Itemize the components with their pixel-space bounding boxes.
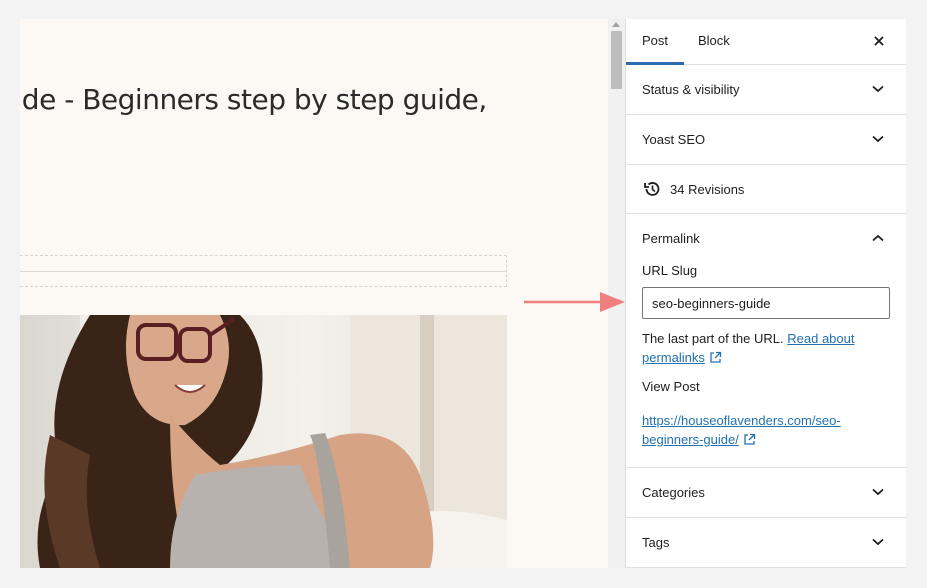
sidebar-tabs: Post Block [626,19,906,65]
revisions-label: 34 Revisions [670,181,745,197]
post-url-link-line2[interactable]: beginners-guide/ [642,432,739,447]
panel-revisions[interactable]: 34 Revisions [626,165,906,214]
panel-yoast-seo-title[interactable]: Yoast SEO [626,115,906,164]
external-link-icon[interactable] [709,351,722,364]
tab-post[interactable]: Post [626,19,685,65]
annotation-arrow-icon [524,292,625,312]
history-icon [644,182,660,196]
settings-sidebar: Post Block Status & visibility Yoast SEO… [625,19,906,568]
panel-status-visibility-title[interactable]: Status & visibility [626,65,906,114]
post-title[interactable]: guide - Beginners step by step guide, [20,83,487,116]
chevron-down-icon[interactable] [872,488,884,496]
panel-tags[interactable]: Tags [626,518,906,568]
tab-block[interactable]: Block [682,19,746,65]
permalink-body: URL Slug The last part of the URL. Read … [626,263,906,467]
empty-block[interactable] [20,255,507,287]
panel-tags-title[interactable]: Tags [626,518,906,567]
panel-permalink: Permalink URL Slug The last part of the … [626,214,906,468]
external-link-icon[interactable] [743,433,756,446]
url-slug-input[interactable] [642,287,890,319]
chevron-down-icon[interactable] [872,85,884,93]
panel-categories[interactable]: Categories [626,468,906,518]
scroll-up-arrow-icon[interactable] [612,22,620,27]
post-url-link-line1[interactable]: https://houseoflavenders.com/seo- [642,413,841,428]
permalinks-link[interactable]: permalinks [642,350,705,365]
panel-status-visibility[interactable]: Status & visibility [626,65,906,115]
panel-permalink-title[interactable]: Permalink [626,214,906,263]
view-post-label: View Post [642,379,700,394]
scrollbar-thumb[interactable] [611,31,622,89]
close-icon[interactable] [872,34,886,48]
featured-image[interactable] [20,315,507,568]
read-about-link[interactable]: Read about [787,331,854,346]
url-slug-label: URL Slug [642,263,698,278]
permalink-help-text: The last part of the URL. Read about per… [642,329,890,367]
woman-photo-illustration [37,315,507,568]
chevron-down-icon[interactable] [872,538,884,546]
chevron-up-icon[interactable] [872,234,884,242]
help-text: The last part of the URL. [642,331,784,346]
panel-categories-title[interactable]: Categories [626,468,906,517]
chevron-down-icon[interactable] [872,135,884,143]
view-post-url: https://houseoflavenders.com/seo- beginn… [642,411,890,449]
revisions-button[interactable]: 34 Revisions [626,165,906,213]
editor-canvas[interactable]: guide - Beginners step by step guide, [20,19,608,568]
panel-yoast-seo[interactable]: Yoast SEO [626,115,906,165]
